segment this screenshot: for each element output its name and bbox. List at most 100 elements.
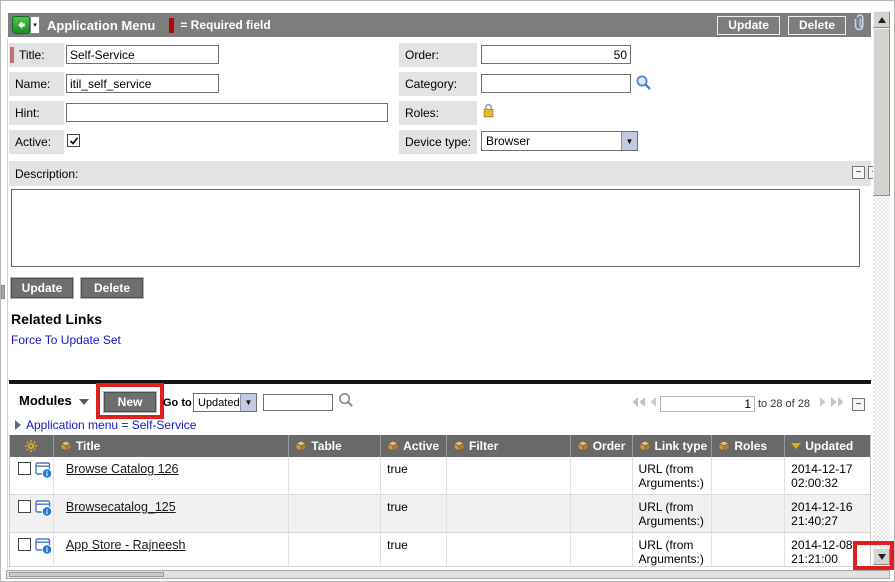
update-button-top[interactable]: Update — [717, 16, 780, 35]
content-left-border — [7, 39, 8, 569]
back-button-group[interactable]: ▾ — [12, 16, 40, 34]
description-collapse-icon[interactable]: − — [852, 166, 865, 179]
category-label-cell: Category: — [399, 72, 477, 96]
required-field-marker-icon — [169, 18, 174, 33]
goto-selected-value: Updated — [194, 397, 240, 409]
name-label: Name: — [15, 77, 50, 91]
svg-text:i: i — [46, 546, 48, 554]
module-title-link[interactable]: App Store - Rajneesh — [66, 538, 186, 552]
table-row: i Browsecatalog_125 true URL (from Argum… — [10, 495, 870, 533]
sidebar-collapse-handle[interactable] — [1, 285, 5, 299]
related-links-heading: Related Links — [11, 311, 102, 327]
roles-label: Roles: — [405, 106, 439, 120]
table-row: i App Store - Rajneesh true URL (from Ar… — [10, 533, 870, 567]
cell-link-type: URL (from Arguments:) — [633, 495, 713, 533]
gear-icon — [24, 439, 38, 453]
description-label: Description: — [15, 167, 78, 181]
name-input[interactable] — [66, 74, 219, 93]
column-header-table[interactable]: Table — [289, 435, 381, 457]
cell-active: true — [381, 533, 447, 567]
scrollbar-thumb[interactable] — [873, 28, 890, 196]
cell-roles — [712, 533, 785, 567]
back-icon[interactable] — [12, 16, 30, 34]
column-header-roles[interactable]: Updated Roles — [712, 435, 785, 457]
delete-button[interactable]: Delete — [81, 278, 143, 298]
column-header-title[interactable]: Title — [54, 435, 289, 457]
page-number-input[interactable] — [660, 396, 755, 412]
breadcrumb-arrow-icon[interactable] — [15, 420, 21, 430]
name-label-cell: Name: — [9, 72, 64, 96]
list-collapse-icon[interactable]: − — [852, 398, 865, 411]
svg-text:i: i — [46, 470, 48, 478]
device-type-label: Device type: — [405, 135, 471, 149]
vertical-scrollbar[interactable] — [873, 11, 890, 569]
required-field-legend: = Required field — [180, 18, 270, 32]
horizontal-scrollbar[interactable] — [6, 570, 890, 579]
device-type-select[interactable]: Browser ▼ — [481, 131, 638, 151]
row-checkbox[interactable] — [18, 462, 31, 475]
category-label: Category: — [405, 77, 457, 91]
column-header-filter[interactable]: Filter — [447, 435, 571, 457]
module-title-link[interactable]: Browsecatalog_125 — [66, 500, 176, 514]
attachment-paperclip-icon[interactable] — [854, 13, 867, 37]
record-info-icon[interactable]: i — [35, 462, 53, 494]
list-search-input[interactable] — [263, 394, 333, 411]
update-button[interactable]: Update — [11, 278, 73, 298]
record-info-icon[interactable]: i — [35, 500, 53, 532]
column-header-updated[interactable]: Updated — [785, 435, 870, 457]
new-button[interactable]: New — [104, 392, 156, 412]
list-search-icon[interactable] — [338, 392, 354, 413]
title-required-marker-icon — [10, 47, 14, 63]
cell-filter — [447, 533, 571, 567]
row-checkbox[interactable] — [18, 500, 31, 513]
next-page-icon[interactable] — [819, 395, 827, 413]
cell-table — [289, 457, 381, 495]
hint-label: Hint: — [15, 106, 40, 120]
cell-filter — [447, 457, 571, 495]
order-input[interactable] — [481, 45, 631, 64]
description-textarea[interactable] — [11, 189, 860, 267]
title-input[interactable] — [66, 45, 219, 64]
roles-label-cell: Roles: — [399, 101, 477, 125]
category-input[interactable] — [481, 74, 631, 93]
cell-link-type: URL (from Arguments:) — [633, 457, 713, 495]
active-checkbox[interactable] — [67, 134, 80, 147]
title-label-cell: Title: — [9, 43, 64, 67]
sort-desc-icon — [791, 443, 801, 449]
hint-label-cell: Hint: — [9, 101, 64, 125]
record-info-icon[interactable]: i — [35, 538, 53, 566]
module-title-link[interactable]: Browse Catalog 126 — [66, 462, 179, 476]
prev-page-icon[interactable] — [649, 395, 657, 413]
back-menu-caret-icon[interactable]: ▾ — [30, 16, 40, 34]
cell-updated: 2014-12-17 02:00:32 — [785, 457, 870, 495]
first-page-icon[interactable] — [631, 395, 646, 413]
device-type-dropdown-icon[interactable]: ▼ — [621, 132, 637, 150]
field-cube-icon — [577, 440, 589, 452]
goto-label: Go to — [163, 397, 192, 409]
cell-order — [571, 533, 633, 567]
column-header-order[interactable]: Order — [571, 435, 633, 457]
goto-field-select[interactable]: Updated ▼ — [193, 393, 257, 412]
column-header-link-type[interactable]: Link type — [633, 435, 713, 457]
modules-list-title[interactable]: Modules — [19, 393, 72, 408]
scroll-up-icon[interactable] — [873, 11, 890, 28]
delete-button-top[interactable]: Delete — [788, 16, 846, 35]
modules-menu-caret-icon[interactable] — [79, 399, 89, 405]
pagination-range-text: to 28 of 28 — [758, 398, 810, 410]
column-header-active[interactable]: Active — [381, 435, 447, 457]
title-label: Title: — [19, 48, 45, 62]
cell-active: true — [381, 495, 447, 533]
table-header-row: Title Table Active Filter Order Link typ… — [10, 435, 870, 457]
cell-table — [289, 495, 381, 533]
breadcrumb-filter-link[interactable]: Application menu = Self-Service — [26, 418, 196, 432]
column-header-gear[interactable] — [10, 435, 54, 457]
hint-input[interactable] — [66, 103, 388, 122]
force-to-update-set-link[interactable]: Force To Update Set — [11, 333, 121, 347]
cell-order — [571, 457, 633, 495]
active-label-cell: Active: — [9, 130, 64, 154]
last-page-icon[interactable] — [830, 395, 845, 413]
row-checkbox[interactable] — [18, 538, 31, 551]
category-lookup-icon[interactable] — [635, 74, 652, 96]
horizontal-scrollbar-thumb[interactable] — [9, 572, 164, 577]
goto-dropdown-icon[interactable]: ▼ — [240, 394, 256, 411]
